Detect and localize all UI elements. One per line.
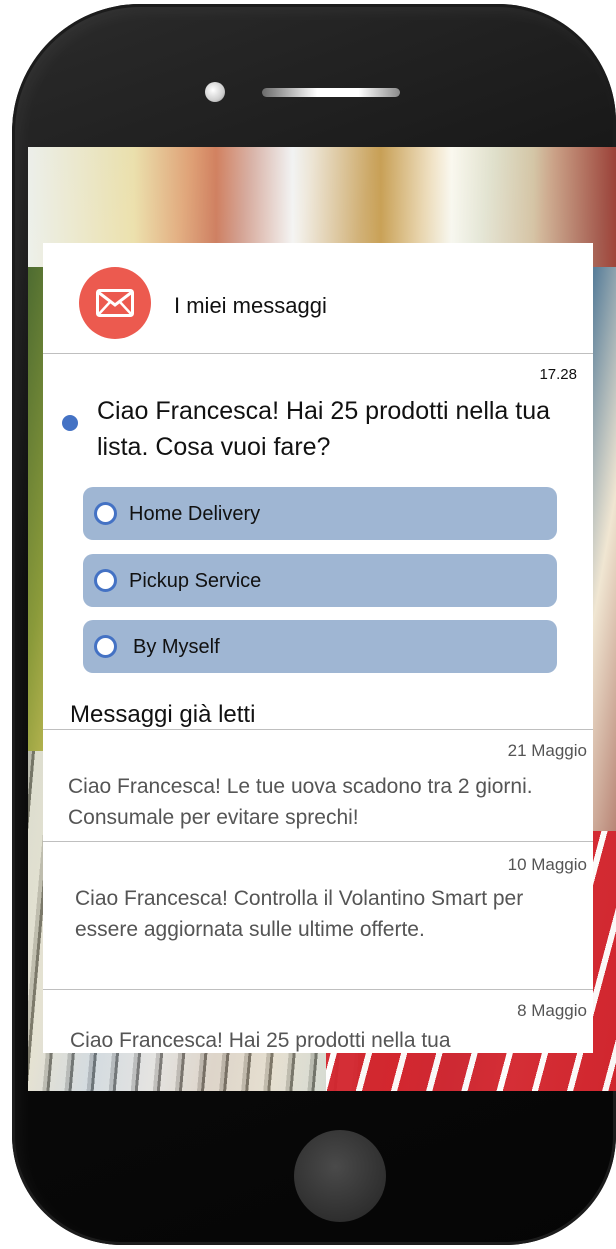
divider: [43, 841, 593, 842]
option-by-myself[interactable]: By Myself: [83, 620, 557, 673]
radio-icon[interactable]: [94, 502, 117, 525]
option-pickup-service[interactable]: Pickup Service: [83, 554, 557, 607]
read-message-date: 21 Maggio: [507, 741, 587, 760]
radio-icon[interactable]: [94, 635, 117, 658]
radio-icon[interactable]: [94, 569, 117, 592]
divider: [43, 989, 593, 990]
divider: [43, 729, 593, 730]
read-message-text[interactable]: Ciao Francesca! Controlla il Volantino S…: [75, 883, 555, 945]
messages-header: I miei messaggi: [43, 243, 593, 354]
option-label: Home Delivery: [129, 503, 261, 525]
unread-indicator-dot: [62, 415, 78, 431]
option-label: By Myself: [133, 636, 220, 658]
read-message-date: 10 Maggio: [507, 855, 587, 874]
option-label: Pickup Service: [129, 570, 262, 592]
page-title: I miei messaggi: [174, 293, 327, 318]
read-message-text[interactable]: Ciao Francesca! Hai 25 prodotti nella tu…: [70, 1025, 570, 1053]
read-messages-heading: Messaggi già letti: [70, 701, 256, 728]
option-home-delivery[interactable]: Home Delivery: [83, 487, 557, 540]
unread-message-text: Ciao Francesca! Hai 25 prodotti nella tu…: [97, 397, 551, 461]
messages-panel: I miei messaggi 17.28 Ciao Francesca! Ha…: [43, 243, 593, 1053]
home-button[interactable]: [294, 1130, 386, 1222]
mail-icon: [79, 267, 151, 339]
unread-message[interactable]: Ciao Francesca! Hai 25 prodotti nella tu…: [43, 353, 593, 693]
read-message-text[interactable]: Ciao Francesca! Le tue uova scadono tra …: [68, 771, 568, 833]
read-message-date: 8 Maggio: [517, 1001, 587, 1020]
front-camera: [205, 82, 225, 102]
earpiece-speaker: [262, 88, 400, 97]
